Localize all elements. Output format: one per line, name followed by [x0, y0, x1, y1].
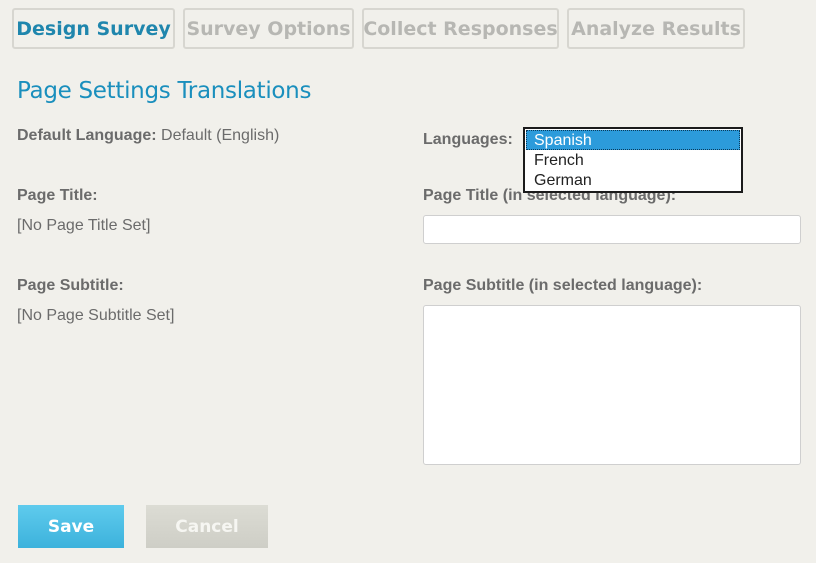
language-option-german[interactable]: German: [526, 170, 740, 190]
language-option-french[interactable]: French: [526, 150, 740, 170]
tab-design-survey[interactable]: Design Survey: [12, 8, 175, 49]
page-title-value: [No Page Title Set]: [17, 217, 151, 234]
page-title: Page Settings Translations: [17, 78, 312, 104]
language-option-spanish[interactable]: Spanish: [526, 130, 740, 150]
default-language-row: Default Language: Default (English): [17, 127, 279, 145]
tab-collect-responses[interactable]: Collect Responses: [362, 8, 559, 49]
languages-select[interactable]: Spanish French German: [523, 127, 743, 193]
default-language-label: Default Language:: [17, 127, 162, 144]
page-subtitle-label: Page Subtitle:: [17, 277, 124, 294]
page-subtitle-value: [No Page Subtitle Set]: [17, 307, 175, 324]
survey-tabs: Design Survey Survey Options Collect Res…: [12, 8, 745, 49]
page-subtitle-translation-label: Page Subtitle (in selected language):: [423, 277, 703, 294]
page-subtitle-translation-textarea[interactable]: [423, 305, 801, 465]
save-button[interactable]: Save: [18, 505, 124, 548]
tab-survey-options[interactable]: Survey Options: [183, 8, 354, 49]
tab-analyze-results[interactable]: Analyze Results: [567, 8, 745, 49]
default-language-value: Default (English): [161, 127, 280, 144]
page-title-translation-input[interactable]: [423, 215, 801, 244]
cancel-button[interactable]: Cancel: [146, 505, 268, 548]
languages-label: Languages:: [423, 131, 513, 148]
page-title-label: Page Title:: [17, 187, 98, 204]
